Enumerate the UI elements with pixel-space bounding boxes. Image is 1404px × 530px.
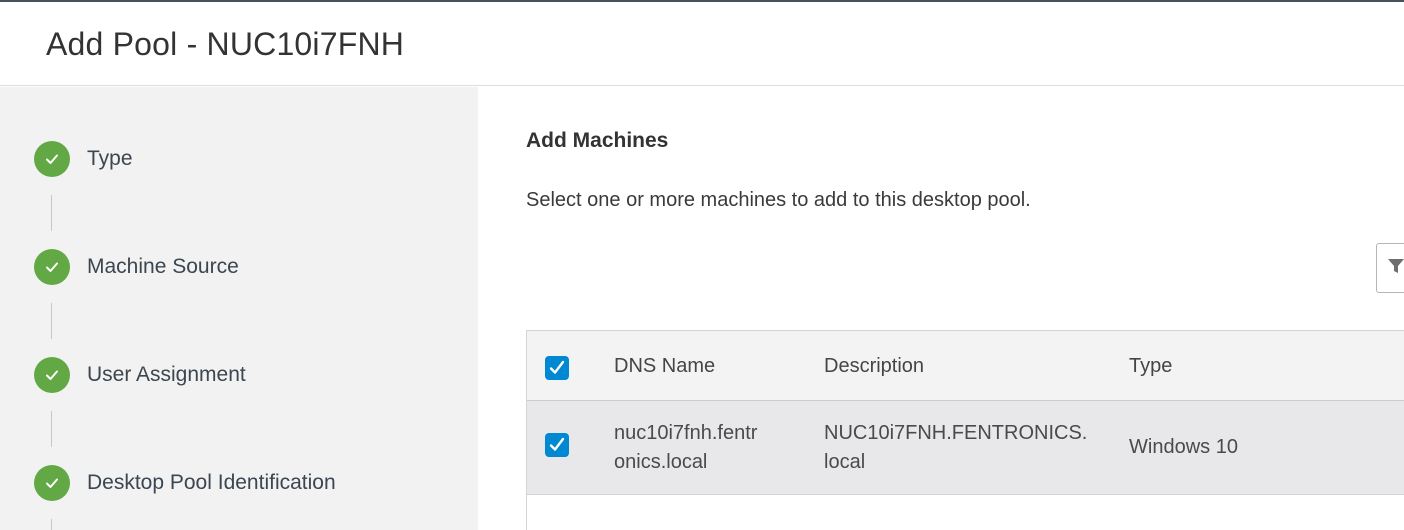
table-header: DNS Name Description Type xyxy=(527,331,1404,401)
column-header-description[interactable]: Description xyxy=(824,352,924,381)
step-connector xyxy=(51,195,52,231)
section-title: Add Machines xyxy=(526,129,669,152)
wizard-step-machine-source[interactable]: Machine Source xyxy=(34,249,239,285)
filter-button[interactable] xyxy=(1376,243,1404,293)
page-title: Add Pool - NUC10i7FNH xyxy=(46,26,405,62)
check-icon xyxy=(34,141,70,177)
wizard-step-type[interactable]: Type xyxy=(34,141,133,177)
check-icon xyxy=(34,249,70,285)
cell-type: Windows 10 xyxy=(1129,436,1238,458)
cell-description-line1: NUC10i7FNH.FENTRONICS. xyxy=(824,422,1088,444)
cell-description-line2: local xyxy=(824,451,866,473)
cell-dns-name: nuc10i7fnh.fentr onics.local xyxy=(614,419,757,477)
step-connector xyxy=(51,411,52,447)
main-panel: Add Machines Select one or more machines… xyxy=(478,87,1404,530)
filter-icon xyxy=(1387,257,1404,280)
cell-dns-name-line1: nuc10i7fnh.fentr xyxy=(614,422,758,444)
check-icon xyxy=(34,465,70,501)
cell-dns-name-line2: onics.local xyxy=(614,451,708,473)
wizard-step-user-assignment[interactable]: User Assignment xyxy=(34,357,246,393)
machines-table: DNS Name Description Type nuc10i7fnh.fen… xyxy=(526,330,1404,530)
step-connector xyxy=(51,303,52,339)
column-header-dns-name[interactable]: DNS Name xyxy=(614,352,715,381)
wizard-steps-sidebar: Type Machine Source User Assignment Desk… xyxy=(0,87,478,530)
wizard-step-label: User Assignment xyxy=(87,363,246,386)
select-all-checkbox[interactable] xyxy=(545,356,569,380)
wizard-step-label: Machine Source xyxy=(87,255,239,278)
instructions-text: Select one or more machines to add to th… xyxy=(526,189,1031,211)
row-checkbox[interactable] xyxy=(545,433,569,457)
step-connector xyxy=(51,519,52,530)
cell-description: NUC10i7FNH.FENTRONICS. local xyxy=(824,419,1087,477)
check-icon xyxy=(34,357,70,393)
wizard-step-label: Desktop Pool Identification xyxy=(87,471,336,494)
wizard-step-desktop-pool-identification[interactable]: Desktop Pool Identification xyxy=(34,465,336,501)
column-header-type[interactable]: Type xyxy=(1129,352,1172,381)
page-header: Add Pool - NUC10i7FNH xyxy=(0,2,1404,86)
wizard-step-label: Type xyxy=(87,147,133,170)
table-row[interactable]: nuc10i7fnh.fentr onics.local NUC10i7FNH.… xyxy=(527,401,1404,495)
